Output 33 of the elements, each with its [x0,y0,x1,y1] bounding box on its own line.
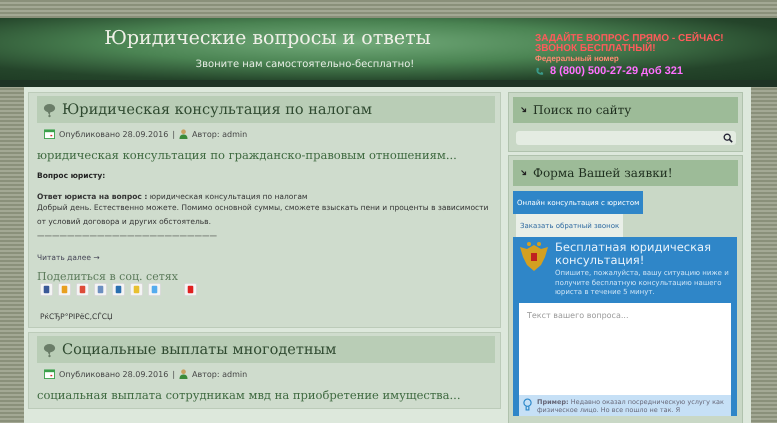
site-title: Юридические вопросы и ответы [104,27,431,49]
search-icon[interactable] [723,133,733,143]
post-author: Автор: admin [192,370,248,378]
arrow-icon [521,107,527,113]
phone-icon [535,66,544,76]
lightbulb-icon [523,398,532,410]
share-heading: Поделиться в соц. сетях [37,270,179,283]
publish-date: Опубликовано 28.09.2016 [59,370,168,378]
widget-title: Форма Вашей заявки! [533,166,673,180]
post-title[interactable]: Социальные выплаты многодетным [62,342,336,358]
cta-text: ЗАДАЙТЕ ВОПРОС ПРЯМО - СЕЙЧАС! [535,34,724,44]
speech-bubble-icon [43,102,56,118]
search-field[interactable] [516,131,736,145]
meta-separator: | [172,370,176,378]
speech-bubble-icon [43,342,56,358]
post-subtitle: юридическая консультация по гражданско-правовым отношениям... [37,148,458,162]
user-icon [179,129,188,139]
question-textarea[interactable]: Текст вашего вопроса... [519,302,731,394]
user-icon [179,369,188,379]
calendar-icon [44,369,55,379]
post-subtitle: социальная выплата сотрудникам мвд на приобретение имущества... [37,388,462,402]
post-author: Автор: admin [192,130,248,138]
arrow-icon [521,170,527,176]
site-tagline: Звоните нам самостоятельно-бесплатно! [196,59,414,70]
cta-text: ЗВОНОК БЕСПЛАТНЫЙ! [535,44,657,54]
widget-title: Поиск по сайту [533,103,632,117]
post-title[interactable]: Юридическая консультация по налогам [62,102,372,118]
meta-separator: | [172,130,176,138]
publish-date: Опубликовано 28.09.2016 [59,130,168,138]
phone-number[interactable]: 8 (800) 500-27-29 доб 321 [550,66,684,76]
calendar-icon [44,129,55,139]
panel-heading: Бесплатная юридическая консультация! [555,241,712,267]
phone-label: Федеральный номер [535,54,620,64]
